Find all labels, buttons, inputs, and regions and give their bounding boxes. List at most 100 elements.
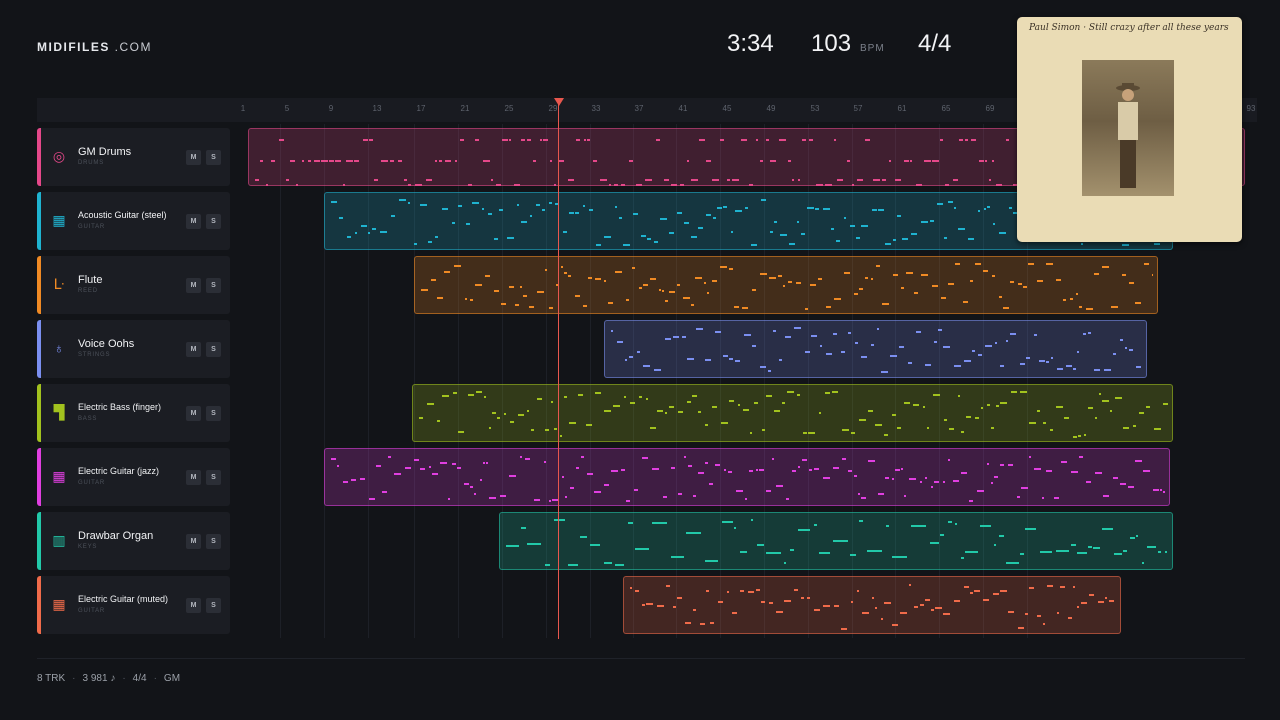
track-count: 8 TRK bbox=[37, 673, 66, 684]
solo-button[interactable]: S bbox=[206, 406, 221, 421]
track-header[interactable]: ▥ Drawbar Organ KEYS M S bbox=[37, 512, 230, 570]
album-cover: Paul Simon · Still crazy after all these… bbox=[1017, 17, 1242, 242]
ruler-mark: 93 bbox=[1246, 104, 1256, 113]
midi-clip[interactable] bbox=[414, 256, 1158, 314]
track-name: Drawbar Organ bbox=[78, 530, 154, 542]
ruler-mark: 13 bbox=[372, 104, 382, 113]
album-handwriting: Paul Simon · Still crazy after all these… bbox=[1029, 23, 1229, 33]
note-pattern bbox=[630, 584, 1114, 630]
bar-gridline bbox=[280, 124, 281, 638]
track-color-bar bbox=[37, 192, 41, 250]
track-color-bar bbox=[37, 320, 41, 378]
track-name: Electric Guitar (muted) bbox=[78, 594, 169, 604]
solo-button[interactable]: S bbox=[206, 342, 221, 357]
separator: · bbox=[72, 673, 76, 684]
track-color-bar bbox=[37, 512, 41, 570]
ruler-mark: 21 bbox=[460, 104, 470, 113]
track-header[interactable]: ᒷ Flute REED M S bbox=[37, 256, 230, 314]
track-name: Electric Bass (finger) bbox=[78, 402, 162, 412]
track-color-bar bbox=[37, 576, 41, 634]
track-header[interactable]: ▦ Acoustic Guitar (steel) GUITAR M S bbox=[37, 192, 230, 250]
track-category: BASS bbox=[78, 416, 98, 422]
album-photo bbox=[1082, 60, 1174, 196]
solo-button[interactable]: S bbox=[206, 534, 221, 549]
ruler-mark: 1 bbox=[240, 104, 246, 113]
solo-button[interactable]: S bbox=[206, 470, 221, 485]
track-category: GUITAR bbox=[78, 608, 106, 614]
track-header[interactable]: ▦ Electric Guitar (jazz) GUITAR M S bbox=[37, 448, 230, 506]
solo-button[interactable]: S bbox=[206, 278, 221, 293]
figure-silhouette bbox=[1116, 83, 1140, 188]
transport-display: 3:34 103 BPM 4/4 bbox=[0, 30, 1000, 60]
ruler-mark: 61 bbox=[897, 104, 907, 113]
ruler-mark: 25 bbox=[504, 104, 514, 113]
ruler-mark: 49 bbox=[766, 104, 776, 113]
track-category: GUITAR bbox=[78, 480, 106, 486]
track-header[interactable]: ▦ Electric Guitar (muted) GUITAR M S bbox=[37, 576, 230, 634]
note-pattern bbox=[331, 456, 1165, 502]
mute-button[interactable]: M bbox=[186, 598, 201, 613]
ruler-mark: 65 bbox=[941, 104, 951, 113]
status-signature: 4/4 bbox=[132, 673, 147, 684]
tempo-value: 103 bbox=[811, 30, 852, 57]
midi-clip[interactable] bbox=[412, 384, 1173, 442]
note-pattern bbox=[506, 519, 1167, 566]
midi-clip[interactable] bbox=[623, 576, 1121, 634]
track-category: GUITAR bbox=[78, 224, 106, 230]
track-color-bar bbox=[37, 256, 41, 314]
midi-clip[interactable] bbox=[324, 448, 1170, 506]
track-header[interactable]: ◎ GM Drums DRUMS M S bbox=[37, 128, 230, 186]
mute-button[interactable]: M bbox=[186, 470, 201, 485]
midi-standard: GM bbox=[163, 673, 181, 684]
ruler-mark: 33 bbox=[591, 104, 601, 113]
track-category: KEYS bbox=[78, 544, 98, 550]
elapsed-time: 3:34 bbox=[727, 30, 774, 57]
track-name: Acoustic Guitar (steel) bbox=[78, 210, 167, 220]
violin-icon: ♁ bbox=[53, 340, 65, 356]
note-pattern bbox=[611, 327, 1141, 373]
mute-button[interactable]: M bbox=[186, 214, 201, 229]
track-header[interactable]: ♁ Voice Oohs STRINGS M S bbox=[37, 320, 230, 378]
guitar-icon: ▦ bbox=[52, 596, 66, 612]
guitar-icon: ▦ bbox=[52, 468, 66, 484]
mute-button[interactable]: M bbox=[186, 534, 201, 549]
ruler-mark: 17 bbox=[416, 104, 426, 113]
playhead[interactable] bbox=[558, 104, 559, 639]
solo-button[interactable]: S bbox=[206, 598, 221, 613]
ruler-mark: 45 bbox=[722, 104, 732, 113]
mute-button[interactable]: M bbox=[186, 278, 201, 293]
playhead-handle[interactable] bbox=[554, 98, 564, 106]
note-pattern bbox=[419, 391, 1168, 438]
ruler-mark: 37 bbox=[634, 104, 644, 113]
note-pattern bbox=[421, 263, 1153, 310]
separator: · bbox=[122, 673, 126, 684]
track-color-bar bbox=[37, 128, 41, 186]
midi-clip[interactable] bbox=[499, 512, 1173, 570]
ruler-mark: 69 bbox=[985, 104, 995, 113]
status-bar: 8 TRK · 3 981 ♪ · 4/4 · GM bbox=[37, 673, 180, 684]
ruler-mark: 41 bbox=[678, 104, 688, 113]
ruler-mark: 5 bbox=[284, 104, 290, 113]
ruler-mark: 9 bbox=[328, 104, 334, 113]
midi-clip[interactable] bbox=[604, 320, 1147, 378]
tempo-unit: BPM bbox=[860, 43, 885, 54]
track-header[interactable]: ▜ Electric Bass (finger) BASS M S bbox=[37, 384, 230, 442]
ruler-mark: 53 bbox=[810, 104, 820, 113]
track-name: Flute bbox=[78, 274, 103, 286]
track-color-bar bbox=[37, 384, 41, 442]
track-name: Electric Guitar (jazz) bbox=[78, 466, 160, 476]
separator: · bbox=[153, 673, 157, 684]
track-category: DRUMS bbox=[78, 160, 104, 166]
mute-button[interactable]: M bbox=[186, 342, 201, 357]
bass-amp-icon: ▜ bbox=[53, 404, 65, 420]
mute-button[interactable]: M bbox=[186, 406, 201, 421]
piano-icon: ▥ bbox=[52, 532, 66, 548]
drum-icon: ◎ bbox=[52, 148, 66, 164]
note-count: 3 981 ♪ bbox=[82, 673, 116, 684]
track-name: Voice Oohs bbox=[78, 338, 135, 350]
footer-divider bbox=[37, 658, 1245, 659]
solo-button[interactable]: S bbox=[206, 214, 221, 229]
solo-button[interactable]: S bbox=[206, 150, 221, 165]
mute-button[interactable]: M bbox=[186, 150, 201, 165]
track-category: STRINGS bbox=[78, 352, 111, 358]
